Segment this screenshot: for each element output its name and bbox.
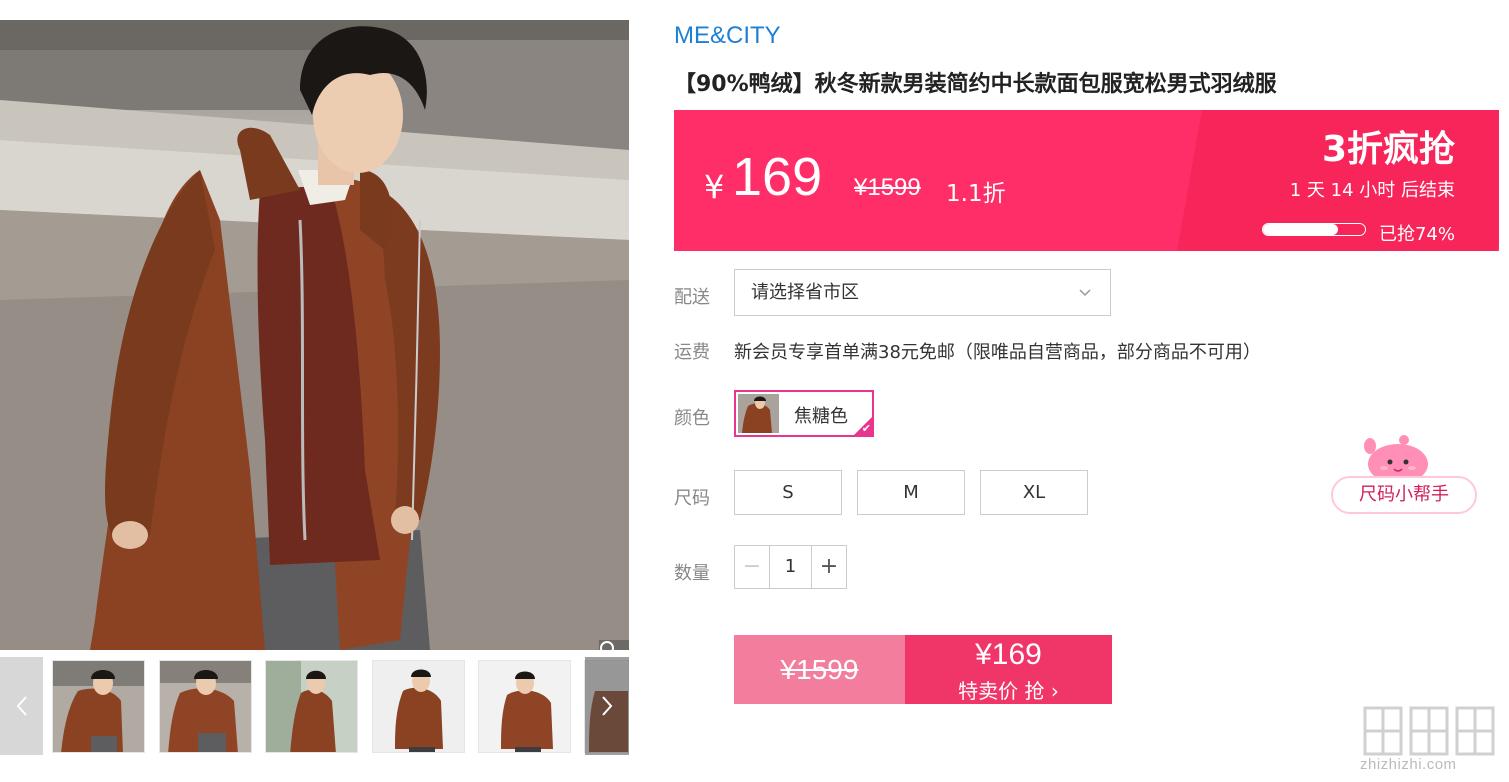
color-swatch-image: [738, 394, 779, 433]
chevron-right-icon: [602, 696, 613, 716]
original-price: ¥1599: [854, 174, 921, 201]
checkmark-icon: ✔: [861, 422, 871, 435]
size-option-m[interactable]: M: [857, 470, 965, 515]
thumbnail-image: [160, 661, 251, 752]
product-photo: [0, 20, 629, 650]
thumbnail-next-button[interactable]: [585, 657, 629, 755]
shipping-info: 新会员专享首单满38元免邮（限唯品自营商品，部分商品不可用）: [734, 342, 1261, 363]
price-currency: ¥: [704, 168, 725, 206]
magnifier-icon: [600, 641, 614, 650]
size-option-s[interactable]: S: [734, 470, 842, 515]
product-title: 【90%鸭绒】秋冬新款男装简约中长款面包服宽松男式羽绒服: [674, 72, 1277, 97]
zoom-button[interactable]: [599, 640, 629, 650]
region-select-value: 请选择省市区: [751, 282, 859, 303]
color-option-label: 焦糖色: [794, 406, 848, 427]
quantity-input[interactable]: 1: [770, 546, 811, 588]
buy-original-price-text: ¥1599: [780, 654, 859, 685]
thumbnail-4[interactable]: [372, 660, 465, 753]
size-option-xl[interactable]: XL: [980, 470, 1088, 515]
thumbnail-image: [373, 661, 464, 752]
thumbnail-image: [53, 661, 144, 752]
discount-rate: 1.1折: [946, 181, 1006, 207]
promo-tag: 3折疯抢: [1321, 129, 1455, 170]
shipping-label: 运费: [674, 342, 710, 363]
region-select[interactable]: 请选择省市区: [734, 269, 1111, 316]
sold-progress-bar: [1262, 223, 1366, 236]
watermark-text: zhizhizhi.com: [1360, 756, 1457, 773]
sold-progress-fill: [1263, 224, 1339, 235]
quantity-decrease-button[interactable]: −: [735, 546, 770, 588]
thumbnail-image: [479, 661, 570, 752]
thumbnail-3[interactable]: [265, 660, 358, 753]
thumbnail-strip: [0, 657, 629, 757]
buy-sale-price: ¥169: [975, 638, 1042, 671]
promo-banner: ¥ 169 ¥1599 1.1折 3折疯抢 1 天 14 小时 后结束 已抢74…: [674, 110, 1499, 251]
sold-percentage: 已抢74%: [1378, 224, 1455, 245]
thumbnail-prev-button[interactable]: [0, 657, 43, 755]
color-label: 颜色: [674, 408, 710, 429]
thumbnail-5[interactable]: [478, 660, 571, 753]
size-label: 尺码: [674, 488, 710, 509]
delivery-label: 配送: [674, 287, 710, 308]
quantity-increase-button[interactable]: +: [811, 546, 846, 588]
sale-price: 169: [732, 147, 823, 207]
brand-name[interactable]: ME&CITY: [674, 22, 781, 50]
thumbnail-2[interactable]: [159, 660, 252, 753]
main-product-image[interactable]: [0, 20, 629, 650]
thumbnail-1[interactable]: [52, 660, 145, 753]
quantity-label: 数量: [674, 563, 710, 584]
buy-original-price[interactable]: ¥1599: [734, 635, 905, 704]
quantity-stepper: − 1 +: [734, 545, 847, 589]
countdown-timer: 1 天 14 小时 后结束: [1289, 180, 1455, 201]
size-helper-button[interactable]: 尺码小帮手: [1331, 476, 1477, 514]
buy-now-button[interactable]: ¥169 特卖价 抢 ›: [905, 635, 1112, 704]
chevron-left-icon: [16, 696, 27, 716]
chevron-down-icon: [1078, 270, 1092, 334]
buy-action-label: 特卖价 抢 ›: [958, 679, 1059, 703]
color-option-caramel[interactable]: 焦糖色 ✔: [734, 390, 874, 437]
thumbnail-image: [266, 661, 357, 752]
